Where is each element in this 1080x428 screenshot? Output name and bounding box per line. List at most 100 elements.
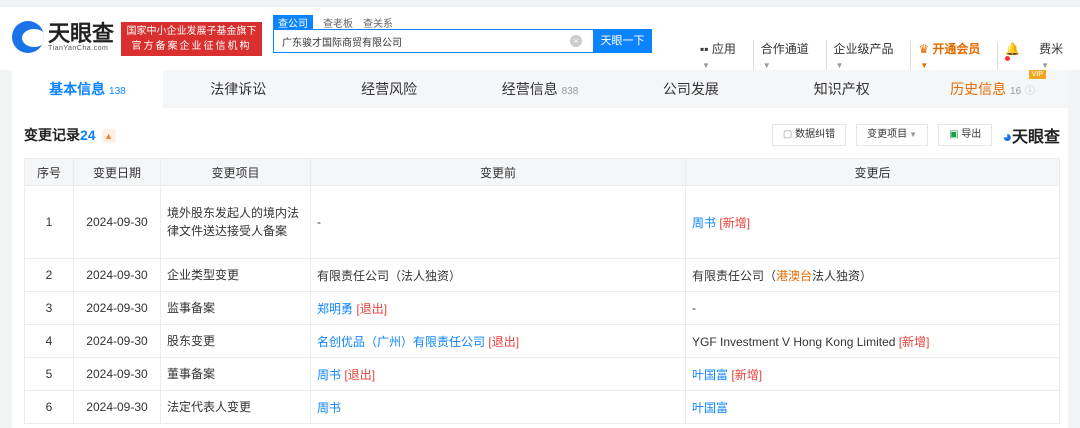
row-before: 有限责任公司（法人独资） — [310, 258, 686, 292]
row-date: 2024-09-30 — [73, 357, 161, 391]
nav-vip[interactable]: ♛ 开通会员▼ — [910, 40, 997, 71]
row-after: 有限责任公司（港澳台法人独资） — [685, 258, 1060, 292]
logo-domain: TianYanCha.com — [48, 44, 109, 52]
row-before: 周书 [退出] — [310, 357, 686, 391]
tab-ip[interactable]: 知识产权 — [766, 70, 917, 108]
row-no: 6 — [24, 390, 74, 424]
before-tag: [退出] — [344, 367, 376, 382]
after-value[interactable]: 叶国富 — [692, 401, 728, 415]
row-date: 2024-09-30 — [73, 185, 161, 259]
row-no: 4 — [24, 324, 74, 358]
row-date: 2024-09-30 — [73, 291, 161, 325]
nav-apps[interactable]: ▪▪ 应用▼ — [693, 40, 753, 71]
logo-text: 天眼查 — [48, 20, 115, 46]
after-tag: [新增] — [898, 334, 930, 349]
row-item: 境外股东发起人的境内法律文件送达接受人备案 — [160, 185, 311, 259]
tab-risk[interactable]: 经营风险 — [314, 70, 465, 108]
table-row: 1 2024-09-30 境外股东发起人的境内法律文件送达接受人备案 - 周书 … — [24, 185, 1060, 259]
top-bar: 天眼查 TianYanCha.com 国家中小企业发展子基金旗下 官方备案企业征信机… — [0, 6, 1080, 71]
tab-operation[interactable]: 经营信息 838 — [465, 70, 616, 108]
row-no: 1 — [24, 185, 74, 259]
after-value: 有限责任公司（港澳台法人独资） — [692, 268, 873, 283]
row-item: 企业类型变更 — [160, 258, 311, 292]
vip-badge: VIP — [1028, 70, 1046, 79]
search-tab-boss[interactable]: 查老板 — [323, 15, 353, 30]
excel-icon: ▣ — [949, 129, 962, 140]
row-before: 周书 — [310, 390, 686, 424]
row-before: 郑明勇 [退出] — [310, 291, 686, 325]
main-tabs: 基本信息 138 法律诉讼 经营风险 经营信息 838 公司发展 知识产权 VI… — [12, 70, 1068, 108]
col-date: 变更日期 — [73, 158, 161, 186]
row-before: 名创优品（广州）有限责任公司 [退出] — [310, 324, 686, 358]
row-item: 法定代表人变更 — [160, 390, 311, 424]
logo-icon — [12, 21, 44, 53]
row-date: 2024-09-30 — [73, 390, 161, 424]
col-no: 序号 — [24, 158, 74, 186]
row-item: 股东变更 — [160, 324, 311, 358]
before-value[interactable]: 名创优品（广州）有限责任公司 — [317, 335, 485, 349]
search-tab-relation[interactable]: 查关系 — [363, 15, 393, 30]
row-no: 2 — [24, 258, 74, 292]
subscribe-bell-icon[interactable]: ▲ — [101, 129, 116, 144]
after-value: YGF Investment V Hong Kong Limited — [692, 334, 896, 349]
before-value: - — [317, 215, 321, 229]
after-value[interactable]: 叶国富 — [692, 368, 728, 382]
row-after: 周书 [新增] — [685, 185, 1060, 259]
clear-icon[interactable]: × — [570, 35, 582, 47]
after-value: - — [692, 301, 696, 315]
row-before: - — [310, 185, 686, 259]
before-value: 有限责任公司（法人独资） — [317, 268, 462, 283]
row-no: 3 — [24, 291, 74, 325]
after-value[interactable]: 周书 — [692, 216, 716, 230]
search-tab-company[interactable]: 查公司 — [273, 15, 313, 30]
row-no: 5 — [24, 357, 74, 391]
table-row: 4 2024-09-30 股东变更 名创优品（广州）有限责任公司 [退出] YG… — [24, 324, 1060, 358]
before-value[interactable]: 周书 — [317, 401, 341, 415]
export-button[interactable]: ▣ 导出 — [938, 124, 993, 146]
after-tag: [新增] — [719, 215, 751, 230]
data-correction-button[interactable]: ▢ 数据纠错 — [771, 124, 847, 146]
change-records-panel: 变更记录24 ▲ ▢ 数据纠错 变更项目 ▼ ▣ 导出 ◕天眼查 序号 变更日期 变… — [12, 108, 1068, 428]
search-input[interactable]: 广东骏才国际商贸有限公司 × — [273, 29, 595, 53]
row-after: 叶国富 — [685, 390, 1060, 424]
row-item: 监事备案 — [160, 291, 311, 325]
row-after: 叶国富 [新增] — [685, 357, 1060, 391]
edit-icon: ▢ — [782, 129, 796, 140]
before-tag: [退出] — [488, 334, 520, 349]
before-value[interactable]: 郑明勇 — [317, 302, 353, 316]
user-menu[interactable]: 费米▼ — [1032, 40, 1080, 71]
table-row: 2 2024-09-30 企业类型变更 有限责任公司（法人独资） 有限责任公司（… — [24, 258, 1060, 292]
change-records-table: 序号 变更日期 变更项目 变更前 变更后 1 2024-09-30 境外股东发起… — [24, 158, 1060, 424]
tab-legal[interactable]: 法律诉讼 — [163, 70, 314, 108]
tab-development[interactable]: 公司发展 — [615, 70, 766, 108]
row-date: 2024-09-30 — [73, 324, 161, 358]
row-item: 董事备案 — [160, 357, 311, 391]
nav-enterprise[interactable]: 企业级产品▼ — [825, 40, 911, 71]
row-after: - — [685, 291, 1060, 325]
tab-history[interactable]: VIP 历史信息 16 ⓘ — [917, 70, 1068, 108]
before-value[interactable]: 周书 — [317, 368, 341, 382]
crown-icon: ♛ — [918, 42, 933, 56]
table-row: 5 2024-09-30 董事备案 周书 [退出] 叶国富 [新增] — [24, 357, 1060, 391]
bell-icon: 🔔 — [1005, 41, 1021, 56]
change-item-filter[interactable]: 变更项目 ▼ — [856, 124, 929, 146]
col-before: 变更前 — [310, 158, 686, 186]
after-tag: [新增] — [731, 367, 763, 382]
search-button[interactable]: 天眼一下 — [593, 29, 652, 53]
row-date: 2024-09-30 — [73, 258, 161, 292]
col-after: 变更后 — [685, 158, 1060, 186]
notification-bell[interactable]: 🔔 — [997, 41, 1032, 70]
section-title: 变更记录24 ▲ — [24, 125, 116, 145]
logo[interactable]: 天眼查 TianYanCha.com — [12, 21, 114, 53]
help-icon[interactable]: ⓘ — [1025, 86, 1035, 97]
before-tag: [退出] — [356, 301, 388, 316]
table-row: 6 2024-09-30 法定代表人变更 周书 叶国富 — [24, 390, 1060, 424]
brand-watermark: ◕天眼查 — [1002, 129, 1060, 146]
row-after: YGF Investment V Hong Kong Limited [新增] — [685, 324, 1060, 358]
col-item: 变更项目 — [160, 158, 311, 186]
grid-icon: ▪▪ — [700, 42, 712, 56]
nav-partner[interactable]: 合作通道▼ — [752, 40, 826, 71]
table-row: 3 2024-09-30 监事备案 郑明勇 [退出] - — [24, 291, 1060, 325]
tab-basic-info[interactable]: 基本信息 138 — [12, 70, 163, 108]
official-badge: 国家中小企业发展子基金旗下 官方备案企业征信机构 — [121, 22, 262, 56]
